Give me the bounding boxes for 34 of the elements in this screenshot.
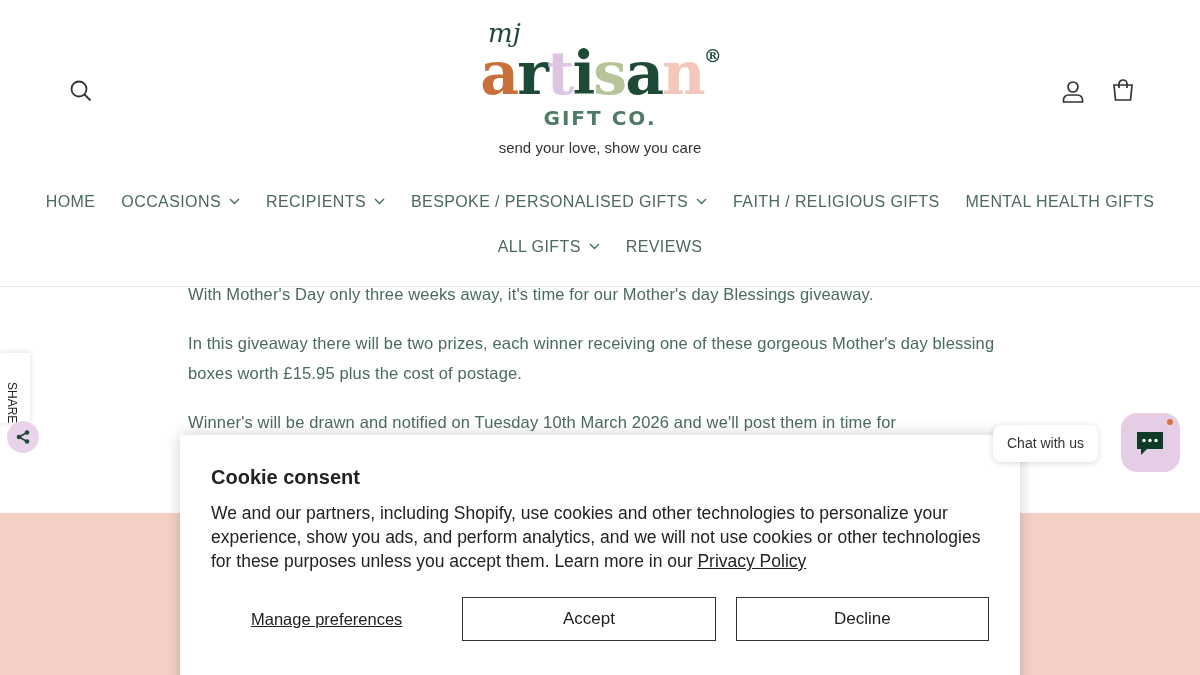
nav-link[interactable]: FAITH / RELIGIOUS GIFTS (733, 189, 940, 214)
chat-button[interactable] (1121, 413, 1180, 472)
privacy-link[interactable]: Privacy Policy (697, 551, 807, 571)
registered-mark: ® (703, 49, 720, 64)
cart-icon[interactable] (1111, 78, 1135, 103)
logo-tagline: send your love, show you care (497, 138, 703, 158)
nav-link[interactable]: REVIEWS (625, 234, 703, 259)
article-paragraph: In this giveaway there will be two prizes, each winner receiving one of these gorgeous Mother's day blessing boxes worth £15.95 plus the cost of postage. (188, 333, 996, 384)
share-icon (16, 430, 30, 444)
nav-link[interactable]: OCCASIONS (121, 189, 240, 214)
search-icon[interactable] (69, 78, 93, 103)
nav-link[interactable]: RECIPIENTS (265, 189, 385, 214)
nav-link[interactable]: BESPOKE / PERSONALISED GIFTS (411, 189, 708, 214)
logo-letter: a (480, 49, 518, 97)
share-button[interactable] (7, 421, 39, 453)
logo-letter: s (593, 49, 626, 97)
logo-letter: n (662, 49, 704, 97)
account-icon[interactable] (1061, 78, 1085, 103)
article-paragraph: With Mother's Day only three weeks away, it's time for our Mother's day Blessings giveaway. (188, 284, 875, 305)
nav-link[interactable]: MENTAL HEALTH GIFTS (965, 189, 1155, 214)
logo-letter: r (517, 49, 547, 97)
manage-preferences-link[interactable]: Manage preferences (211, 606, 443, 632)
decline-button[interactable]: Decline (735, 597, 989, 641)
nav-link[interactable]: HOME (45, 189, 96, 214)
logo-letter: a (625, 49, 663, 97)
nav-link[interactable]: ALL GIFTS (497, 234, 600, 259)
logo-subtitle: GIFT CO. (542, 105, 658, 132)
chat-label[interactable]: Chat with us (993, 425, 1099, 462)
consent-text: We and our partners, including Shopify, use cookies and other technologies to personalize your experience, show you ads, and perform analytics, and we will not use cookies or other technologies for these purposes unless you accept them. Learn more in our Privacy Policy (211, 502, 982, 573)
article-paragraph: Winner's will be drawn and notified on Tuesday 10th March 2026 and we'll post them in time for (188, 412, 898, 433)
accept-button[interactable]: Accept (462, 597, 716, 641)
share-tab[interactable]: SHARE (0, 353, 30, 423)
dialog-title: Cookie consent (211, 465, 361, 489)
logo-script: mj (488, 20, 521, 46)
